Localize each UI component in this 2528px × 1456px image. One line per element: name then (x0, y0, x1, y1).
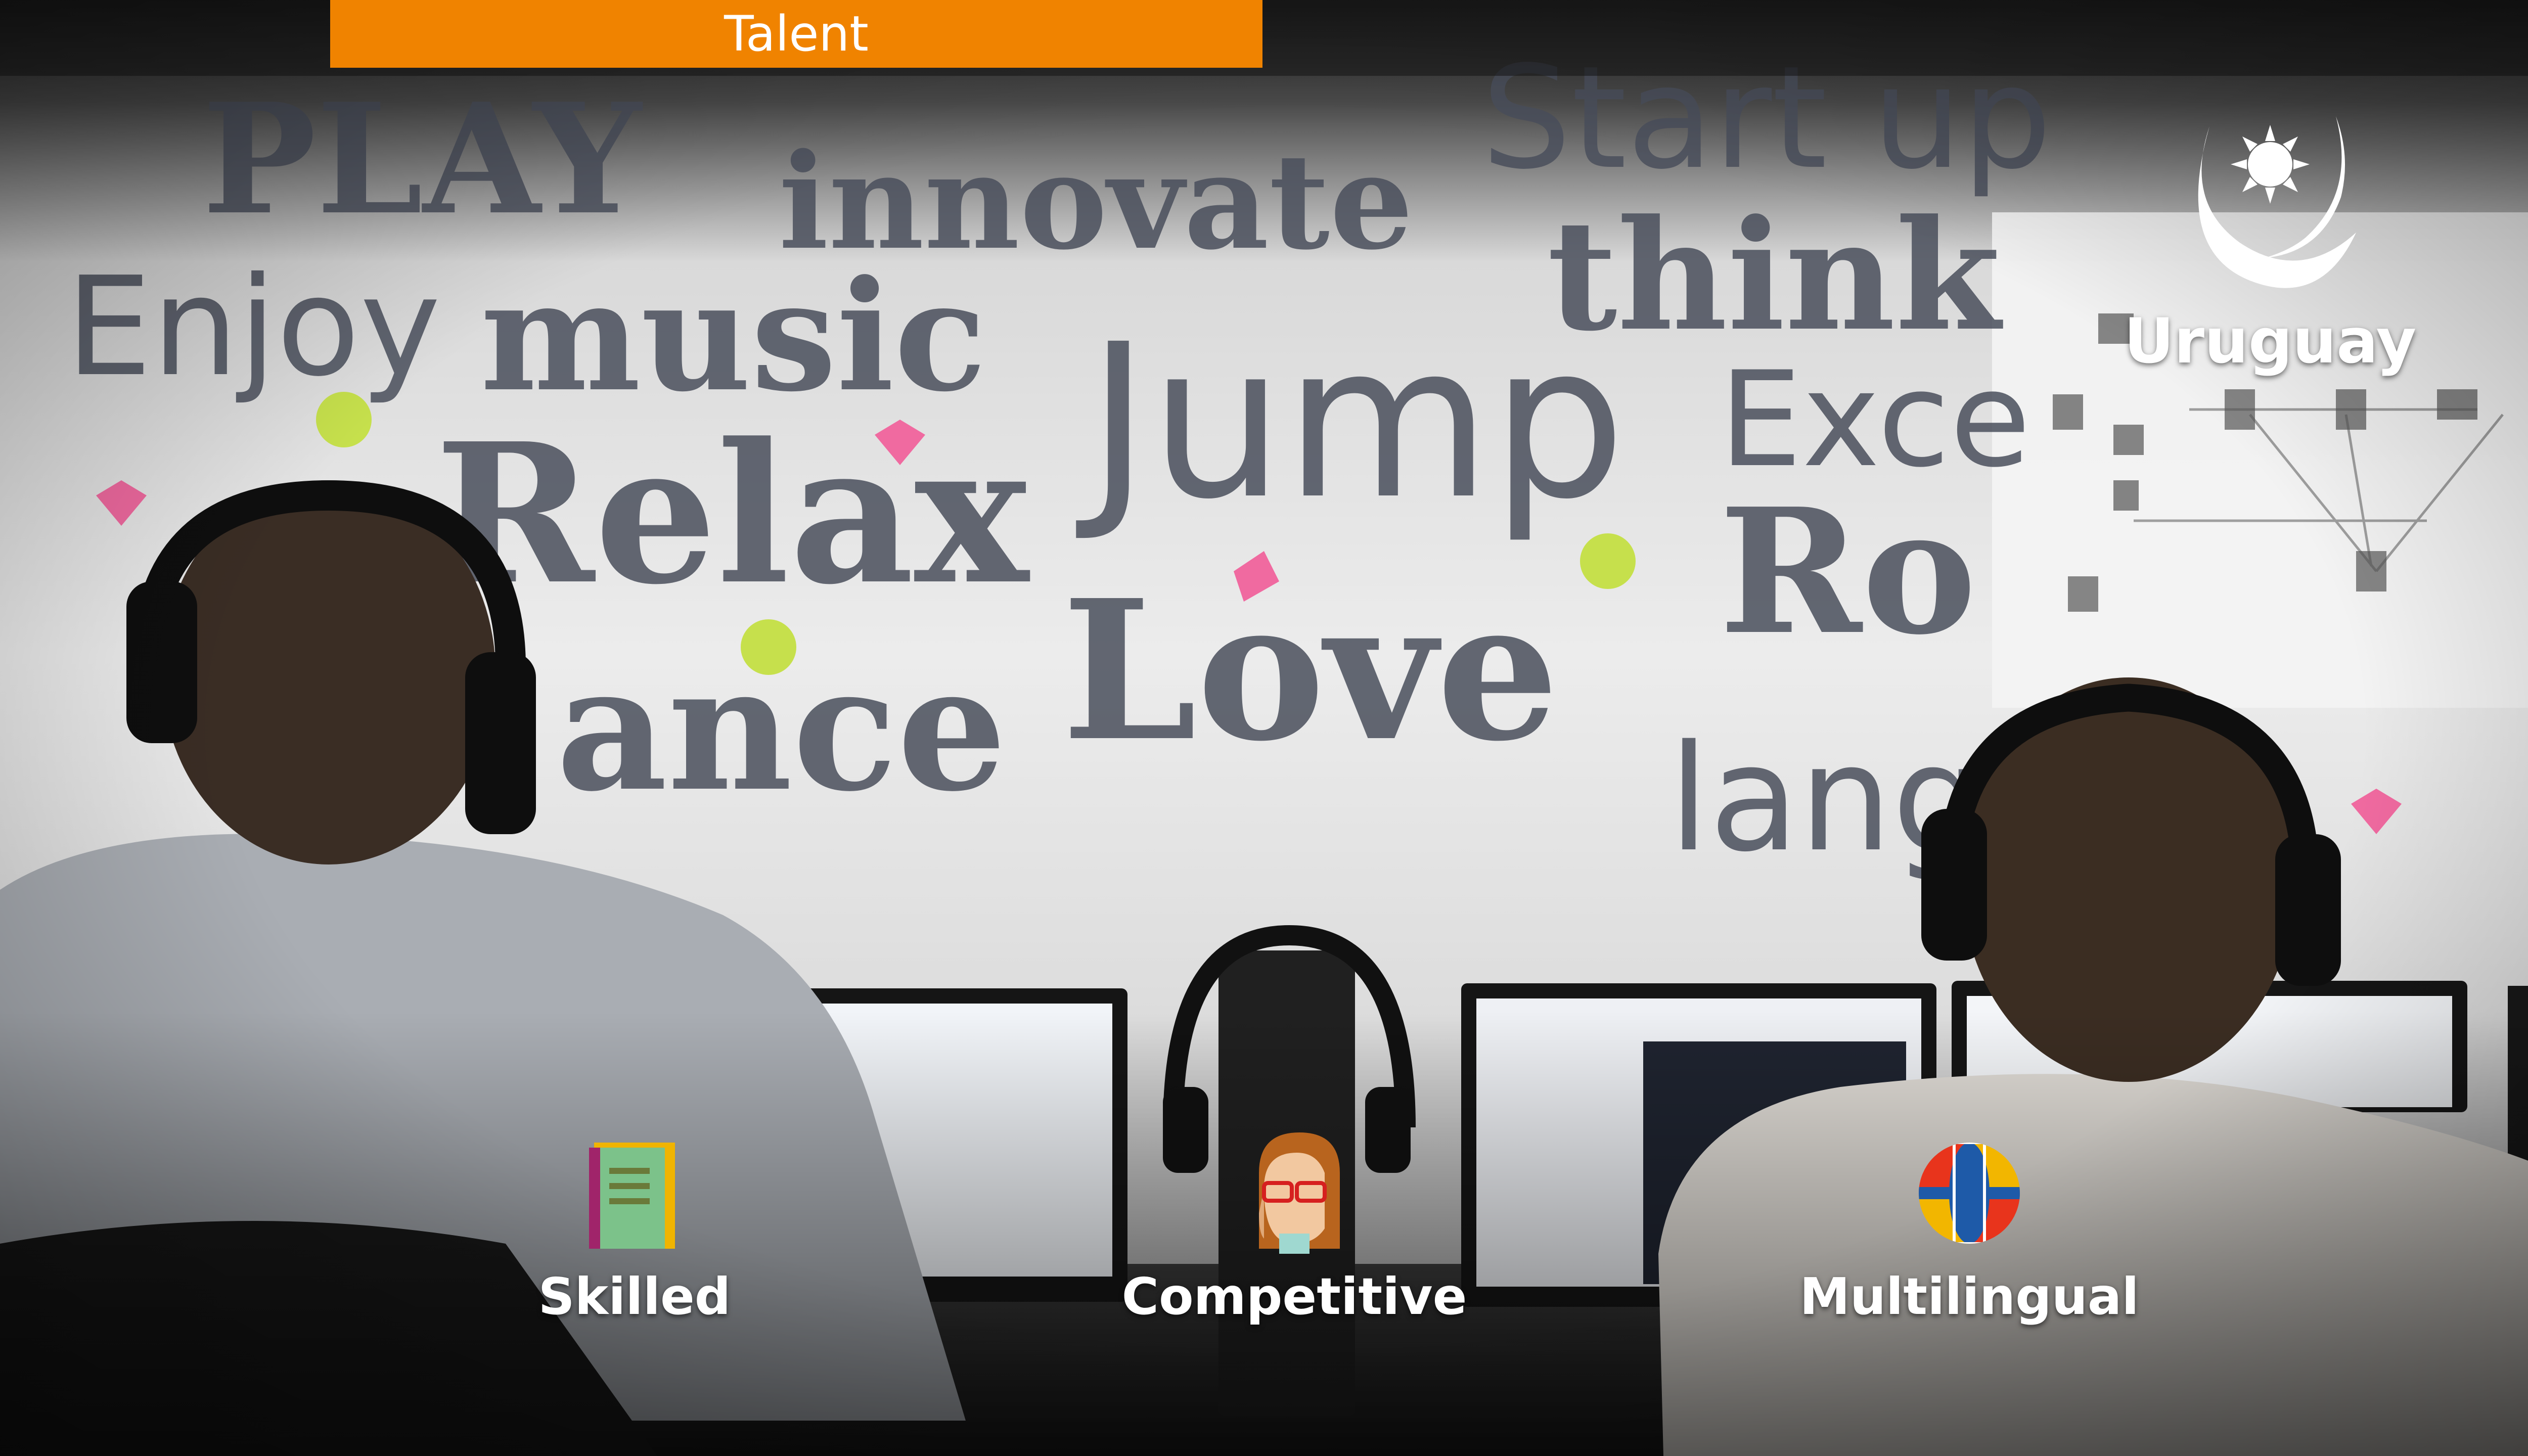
feature-skilled: Skilled (407, 1132, 862, 1335)
brand-logo: Uruguay (2124, 106, 2416, 389)
country-name: Uruguay (2124, 305, 2417, 377)
slide: PLAY innovate music think Relax Ro Love … (0, 0, 2528, 1456)
feature-label: Competitive (1121, 1267, 1467, 1326)
sun-crescent-logo-icon (2198, 116, 2356, 288)
tab-talent[interactable]: Talent (330, 0, 1262, 68)
feature-label: Multilingual (1799, 1267, 2139, 1326)
feature-multilingual: Multilingual (1742, 1132, 2197, 1335)
person-glasses-icon (1259, 1132, 1340, 1254)
multicolor-globe-icon (1919, 1143, 2020, 1244)
book-icon (589, 1143, 675, 1249)
feature-label: Skilled (538, 1267, 731, 1326)
feature-competitive: Competitive (1067, 1132, 1522, 1335)
